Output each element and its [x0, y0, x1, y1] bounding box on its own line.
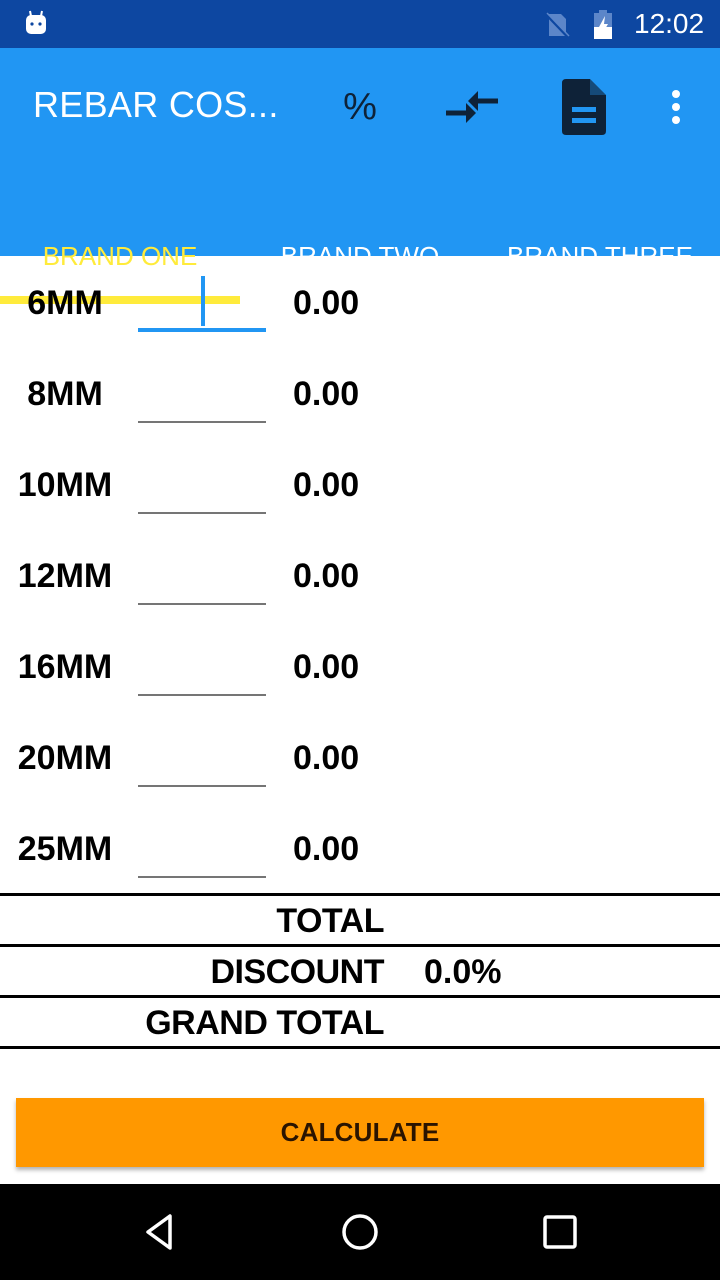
grand-total-row: GRAND TOTAL — [0, 995, 720, 1049]
more-vert-icon — [672, 90, 680, 124]
overflow-menu-button[interactable] — [656, 74, 696, 140]
size-label: 10MM — [17, 466, 113, 504]
quantity-input-10mm[interactable] — [138, 456, 266, 514]
android-notification-icon — [26, 10, 46, 34]
app-toolbar: REBAR COS... % BRAND ONE BRAND TWO BRAND… — [0, 48, 720, 304]
total-label: TOTAL — [276, 902, 384, 940]
rebar-row-8mm: 8MM 0.00 — [0, 347, 720, 438]
compare-button[interactable] — [440, 74, 504, 140]
size-label: 8MM — [27, 375, 103, 413]
document-icon — [562, 79, 606, 135]
quantity-input-16mm[interactable] — [138, 638, 266, 696]
status-bar: 12:02 — [0, 0, 720, 48]
size-label: 25MM — [17, 830, 113, 868]
amount-value: 0.00 — [293, 739, 360, 777]
quantity-input-8mm[interactable] — [138, 365, 266, 423]
grand-total-label: GRAND TOTAL — [145, 1004, 384, 1042]
amount-value: 0.00 — [293, 375, 360, 413]
compare-arrows-icon — [446, 91, 498, 123]
summary-table: TOTAL DISCOUNT 0.0% GRAND TOTAL — [0, 893, 720, 1049]
home-icon[interactable] — [336, 1208, 384, 1256]
discount-value: 0.0% — [424, 953, 502, 991]
amount-value: 0.00 — [293, 830, 360, 868]
rebar-row-6mm: 6MM 0.00 — [0, 256, 720, 347]
report-button[interactable] — [556, 74, 612, 140]
size-label: 6MM — [27, 284, 103, 322]
system-navigation-bar — [0, 1184, 720, 1280]
amount-value: 0.00 — [293, 648, 360, 686]
quantity-input-12mm[interactable] — [138, 547, 266, 605]
battery-charging-icon — [594, 10, 612, 39]
calculate-button[interactable]: CALCULATE — [16, 1098, 704, 1167]
percent-icon: % — [343, 85, 377, 128]
rebar-size-list: 6MM 0.00 8MM 0.00 10MM 0.00 12MM 0.00 16… — [0, 256, 720, 893]
quantity-input-20mm[interactable] — [138, 729, 266, 787]
rebar-row-12mm: 12MM 0.00 — [0, 529, 720, 620]
text-cursor — [201, 276, 205, 326]
size-label: 12MM — [17, 557, 113, 595]
size-label: 16MM — [17, 648, 113, 686]
discount-percent-button[interactable]: % — [330, 74, 390, 140]
rebar-row-10mm: 10MM 0.00 — [0, 438, 720, 529]
quantity-input-25mm[interactable] — [138, 820, 266, 878]
no-sim-icon — [544, 12, 570, 38]
total-row: TOTAL — [0, 893, 720, 944]
discount-row: DISCOUNT 0.0% — [0, 944, 720, 995]
status-clock: 12:02 — [634, 8, 705, 39]
rebar-row-16mm: 16MM 0.00 — [0, 620, 720, 711]
size-label: 20MM — [17, 739, 113, 777]
amount-value: 0.00 — [293, 557, 360, 595]
rebar-row-25mm: 25MM 0.00 — [0, 802, 720, 893]
amount-value: 0.00 — [293, 466, 360, 504]
amount-value: 0.00 — [293, 284, 360, 322]
recents-icon[interactable] — [536, 1208, 584, 1256]
discount-label: DISCOUNT — [210, 953, 384, 991]
back-icon[interactable] — [136, 1208, 184, 1256]
clipped-text-fragment — [28, 1074, 70, 1084]
app-title: REBAR COS... — [33, 84, 279, 125]
rebar-row-20mm: 20MM 0.00 — [0, 711, 720, 802]
